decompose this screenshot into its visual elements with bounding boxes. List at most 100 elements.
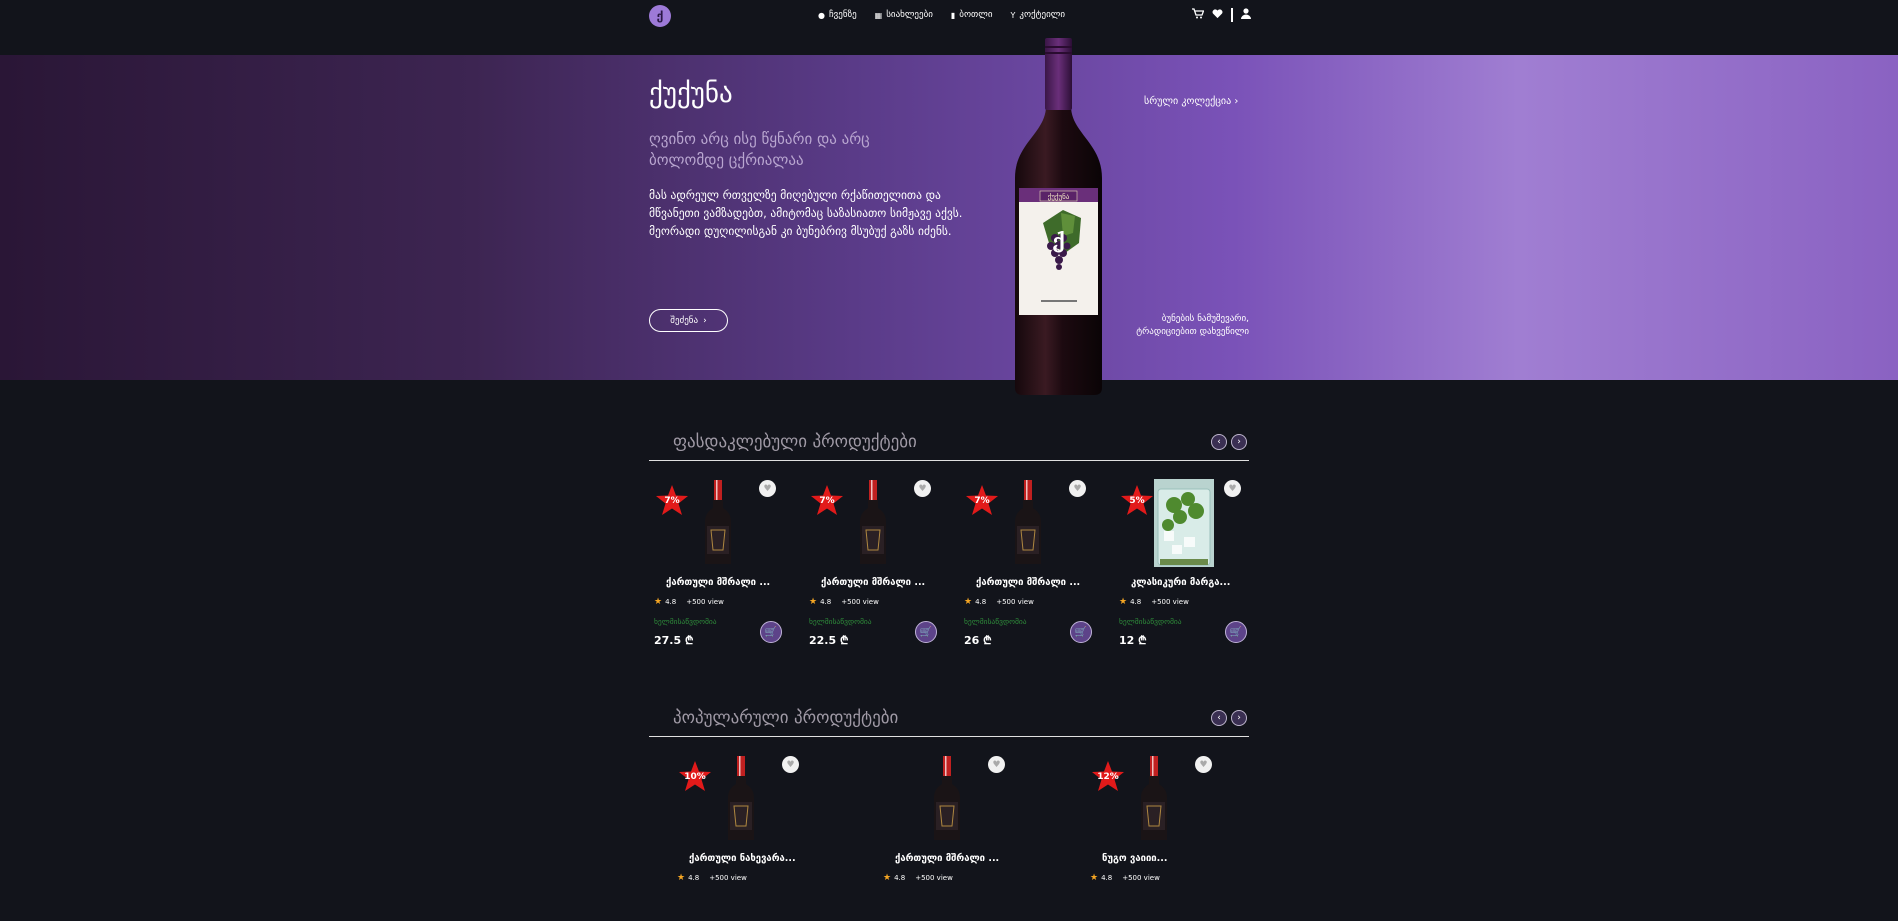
cart-icon[interactable] — [1192, 8, 1205, 22]
rating-value: 4.8 — [975, 598, 987, 606]
cocktail-icon: Y — [1010, 10, 1016, 20]
star-icon: ★ — [809, 597, 818, 607]
svg-text:ქ: ქ — [1052, 229, 1065, 253]
product-rating: ★ 4.8 +500 view — [964, 597, 1034, 607]
rating-value: 4.8 — [1130, 598, 1142, 606]
product-rating: ★ 4.8 +500 view — [1090, 873, 1160, 883]
cocktail-glass-image — [1154, 479, 1214, 567]
views-count: +500 view — [841, 598, 879, 606]
star-icon: ★ — [1090, 873, 1099, 883]
product-card[interactable]: 10% ♥ ქართული ნახევარა... ★ 4.8 +500 view — [672, 751, 807, 921]
carousel-arrows: ‹ › — [1211, 710, 1247, 726]
rating-value: 4.8 — [688, 874, 700, 882]
main-menu: ● ჩვენზე ▦ სიახლეები ▮ ბოთლი Y კოქტეილი — [818, 10, 1065, 20]
views-count: +500 view — [996, 598, 1034, 606]
menu-item-label: ბოთლი — [959, 10, 993, 20]
product-rating: ★ 4.8 +500 view — [654, 597, 724, 607]
favorite-heart-icon[interactable]: ♥ — [759, 480, 776, 497]
menu-item-about[interactable]: ● ჩვენზე — [818, 10, 857, 20]
star-icon: ★ — [964, 597, 973, 607]
buy-button[interactable]: შეძენა › — [649, 309, 728, 332]
stock-status: ხელმისაწვდომია — [1119, 617, 1182, 626]
product-rating: ★ 4.8 +500 view — [883, 873, 953, 883]
arrow-left-button[interactable]: ‹ — [1211, 434, 1227, 450]
section-divider — [649, 460, 1249, 461]
hero-description: მას ადრეულ რთველზე მიღებული რქაწითელითა … — [649, 188, 963, 238]
favorite-heart-icon[interactable]: ♥ — [914, 480, 931, 497]
favorite-heart-icon[interactable]: ♥ — [988, 756, 1005, 773]
discount-badge: 7% — [664, 496, 680, 506]
favorite-heart-icon[interactable]: ♥ — [782, 756, 799, 773]
add-to-cart-button[interactable]: 🛒 — [1225, 621, 1247, 643]
menu-item-cocktail[interactable]: Y კოქტეილი — [1010, 10, 1065, 20]
product-name: ქართული მშრალი ... — [895, 853, 1000, 864]
product-card[interactable]: ♥ ქართული მშრალი ... ★ 4.8 +500 view — [878, 751, 1013, 921]
favorite-heart-icon[interactable]: ♥ — [1195, 756, 1212, 773]
product-name: კლასიკური მარგა... — [1131, 577, 1231, 588]
full-collection-label: სრული კოლექცია — [1144, 96, 1232, 107]
discount-badge: 7% — [819, 496, 835, 506]
hero-wine-bottle: ქუქუნა ქ — [1015, 38, 1102, 395]
product-card[interactable]: 12% ♥ ნუგო ვაიიი... ★ 4.8 +500 view — [1085, 751, 1220, 921]
top-navbar: ქ ● ჩვენზე ▦ სიახლეები ▮ ბოთლი Y კოქტეილ… — [0, 0, 1898, 32]
arrow-right-button[interactable]: › — [1231, 710, 1247, 726]
product-card[interactable]: 7% ♥ ქართული მშრალი ... ★ 4.8 +500 view ხე… — [649, 475, 784, 647]
views-count: +500 view — [1151, 598, 1189, 606]
user-icon[interactable] — [1241, 8, 1251, 22]
hero-title: ქუქუნა — [649, 78, 733, 109]
product-name: ქართული ნახევარა... — [689, 853, 796, 864]
stock-status: ხელმისაწვდომია — [809, 617, 872, 626]
hero-caption: ბუნების ნამუშევარი, ტრადიციებით დახვეწილ… — [1136, 314, 1249, 337]
info-icon: ● — [818, 10, 825, 20]
discount-badge: 12% — [1097, 772, 1119, 782]
star-icon: ★ — [677, 873, 686, 883]
views-count: +500 view — [709, 874, 747, 882]
product-name: ქართული მშრალი ... — [821, 577, 926, 588]
logo[interactable]: ქ — [649, 5, 671, 27]
section-title-discounted: ფასდაკლებული პროდუქტები — [673, 432, 917, 452]
full-collection-link[interactable]: სრული კოლექცია › — [1144, 96, 1238, 107]
product-rating: ★ 4.8 +500 view — [809, 597, 879, 607]
arrow-right-button[interactable]: › — [1231, 434, 1247, 450]
rating-value: 4.8 — [665, 598, 677, 606]
favorite-heart-icon[interactable]: ♥ — [1224, 480, 1241, 497]
rating-value: 4.8 — [894, 874, 906, 882]
rating-value: 4.8 — [820, 598, 832, 606]
product-price: 12 ₾ — [1119, 634, 1147, 647]
product-card[interactable]: 7% ♥ ქართული მშრალი ... ★ 4.8 +500 view ხე… — [959, 475, 1094, 647]
heart-icon[interactable] — [1212, 8, 1223, 22]
wine-bottle-image — [705, 480, 731, 564]
product-name: ქართული მშრალი ... — [666, 577, 771, 588]
menu-item-news[interactable]: ▦ სიახლეები — [875, 10, 933, 20]
hero-subtitle: ღვინო არც ისე წყნარი და არც ბოლომდე ცქრი… — [649, 130, 870, 169]
wine-bottle-image — [934, 756, 960, 840]
views-count: +500 view — [686, 598, 724, 606]
bottle-icon: ▮ — [950, 10, 956, 20]
menu-item-bottle[interactable]: ▮ ბოთლი — [951, 10, 993, 20]
favorite-heart-icon[interactable]: ♥ — [1069, 480, 1086, 497]
add-to-cart-button[interactable]: 🛒 — [760, 621, 782, 643]
add-to-cart-button[interactable]: 🛒 — [915, 621, 937, 643]
wine-bottle-image — [860, 480, 886, 564]
discount-badge: 5% — [1129, 496, 1145, 506]
discount-badge: 7% — [974, 496, 990, 506]
discount-badge: 10% — [684, 772, 706, 782]
product-card[interactable]: 5% ♥ კლასიკური მარგა... ★ 4.8 +500 view ხე… — [1114, 475, 1249, 647]
buy-button-label: შეძენა — [670, 315, 699, 326]
add-to-cart-button[interactable]: 🛒 — [1070, 621, 1092, 643]
bottle-label-text: ქუქუნა — [1048, 193, 1070, 201]
menu-item-label: სიახლეები — [886, 10, 933, 20]
product-name: ქართული მშრალი ... — [976, 577, 1081, 588]
product-card[interactable]: 7% ♥ ქართული მშრალი ... ★ 4.8 +500 view ხე… — [804, 475, 939, 647]
arrow-left-button[interactable]: ‹ — [1211, 710, 1227, 726]
product-name: ნუგო ვაიიი... — [1102, 853, 1168, 864]
section-title-popular: პოპულარული პროდუქტები — [673, 708, 899, 728]
wine-bottle-image — [1015, 480, 1041, 564]
stock-status: ხელმისაწვდომია — [654, 617, 717, 626]
menu-item-label: კოქტეილი — [1019, 10, 1066, 20]
product-price: 27.5 ₾ — [654, 634, 694, 647]
chevron-right-icon: › — [703, 315, 707, 326]
product-price: 22.5 ₾ — [809, 634, 849, 647]
wine-bottle-image — [1141, 756, 1167, 840]
chevron-right-icon: › — [1234, 96, 1239, 107]
